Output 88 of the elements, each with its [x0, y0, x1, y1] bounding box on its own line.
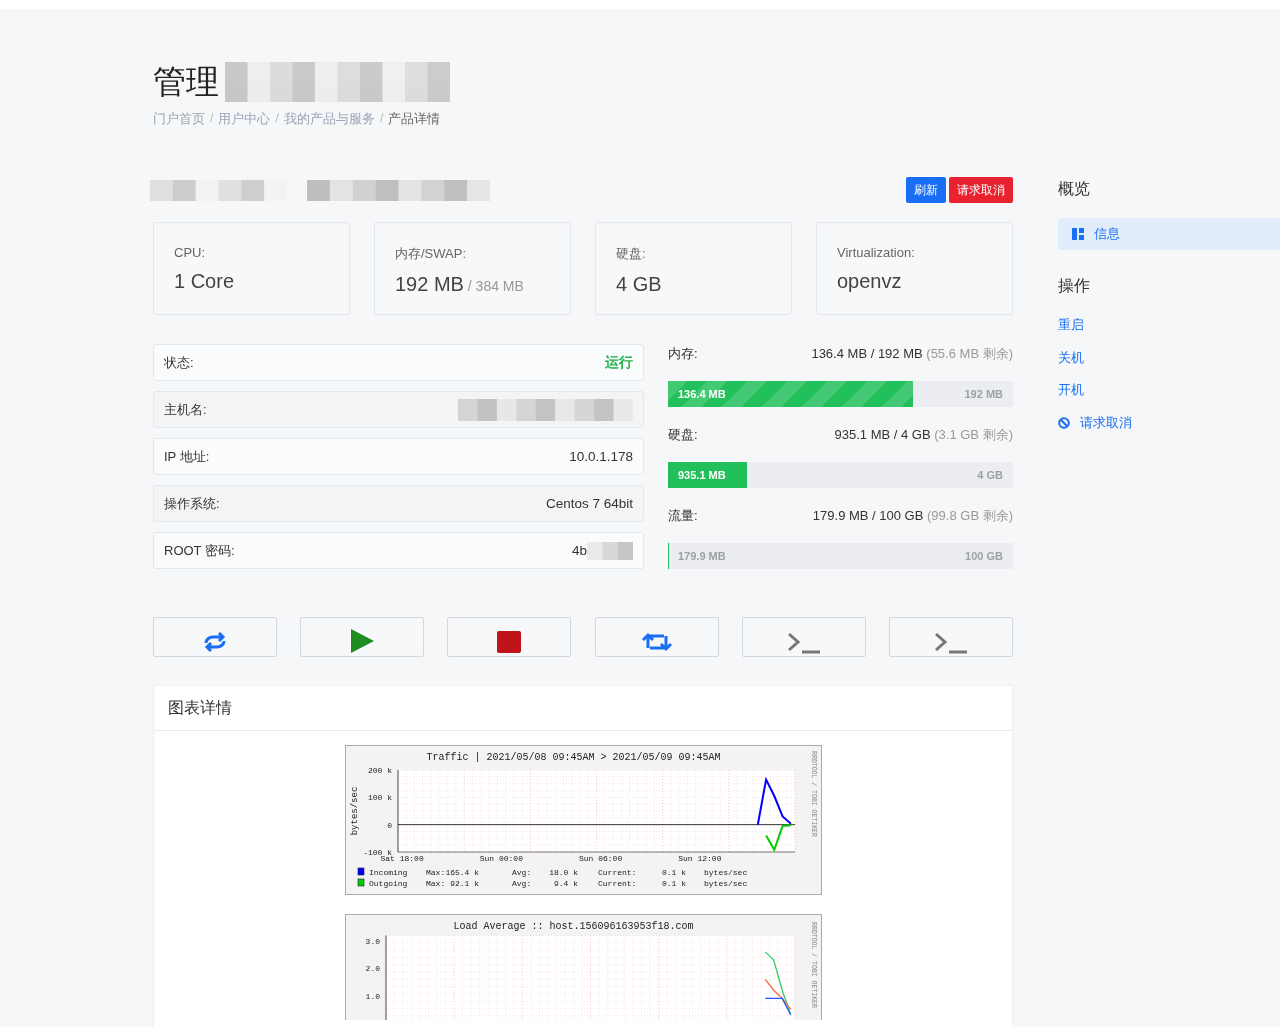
usage-label: 硬盘: [668, 426, 698, 444]
legend-text: 0.1 k [661, 879, 686, 888]
legend-text: bytes/sec [703, 868, 747, 877]
spec-value: 1 Core [174, 270, 236, 293]
tick-label: 3.0 [365, 937, 380, 946]
breadcrumb-link[interactable]: 我的产品与服务 [283, 111, 375, 128]
spec-label: 硬盘: [616, 245, 647, 263]
tick-label: 2.0 [365, 964, 380, 974]
spec-label: 内存/SWAP: [395, 245, 468, 263]
status-value: 运行 [605, 353, 633, 372]
sidebar-item[interactable]: 请求取消 [1058, 412, 1280, 433]
spec-value: openvz [837, 270, 903, 293]
tick-label: 100 k [367, 793, 392, 803]
tick-label: 0 [386, 820, 392, 830]
tick-label: Sat 18:00 [380, 854, 424, 863]
section-title: 操作 [1058, 276, 1091, 296]
legend-text: bytes/sec [703, 879, 747, 888]
usage-value: 136.4 MB / 192 MB (55.6 MB 剩余) [811, 345, 1013, 363]
spec-label: Virtualization: [837, 245, 916, 260]
legend-text: Current: [597, 868, 636, 877]
chart-title: Traffic | 2021/05/08 09:45AM > 2021/05/09 09:45AM [425, 752, 721, 763]
breadcrumb-link[interactable]: 用户中心 [218, 111, 271, 128]
sidebar-item[interactable]: 开机 [1058, 380, 1280, 400]
info-label: 状态: [164, 353, 194, 372]
usage-value: 935.1 MB / 4 GB (3.1 GB 剩余) [834, 426, 1013, 444]
legend-text: Outgoing [368, 879, 407, 888]
info-value: Centos 7 64bit [545, 496, 633, 511]
legend-text: 18.0 k [548, 868, 578, 877]
legend-text: Current: [597, 879, 636, 888]
repeat-icon [639, 630, 674, 654]
info-label: 主机名: [164, 400, 207, 419]
legend-text: 92.1 k [449, 879, 479, 888]
legend-text: Incoming [368, 868, 407, 877]
chart-title: Load Average :: host.156096163953f18.com [453, 921, 693, 932]
usage-label: 流量: [668, 507, 698, 525]
tick-label: Sun 06:00 [578, 854, 622, 863]
usage-value: 179.9 MB / 100 GB (99.8 GB 剩余) [812, 507, 1013, 525]
toolbar-button[interactable]: 刷新 [906, 177, 946, 203]
action-button[interactable] [594, 617, 719, 657]
spec-value: 4 GB [616, 273, 663, 296]
spec-label: CPU: [174, 245, 207, 260]
tick-label: Sun 00:00 [479, 854, 523, 863]
bar-label: 136.4 MB [677, 388, 727, 400]
info-label: IP 地址: [164, 447, 210, 466]
breadcrumb-separator: / [379, 111, 384, 127]
stop-icon [496, 630, 523, 654]
page-title: 管理 [153, 62, 219, 102]
bar-label: 179.9 MB [677, 550, 727, 562]
play-icon [349, 628, 376, 654]
sidebar-item[interactable]: 重启 [1058, 315, 1280, 335]
tick-label: -100 k [362, 848, 392, 857]
bar-total: 192 MB [964, 388, 1003, 400]
panel-title: 图表详情 [168, 697, 232, 718]
info-value: 10.0.1.178 [569, 449, 633, 464]
ban-icon [1058, 416, 1070, 429]
info-label: 操作系统: [164, 494, 220, 513]
legend-text: 165.4 k [444, 868, 479, 877]
usage-label: 内存: [668, 345, 698, 363]
bar-label: 935.1 MB [677, 469, 727, 481]
spec-value: 192 MB / 384 MB [395, 273, 525, 296]
section-title: 概览 [1058, 179, 1091, 199]
action-button[interactable] [300, 617, 425, 657]
breadcrumb-link[interactable]: 门户首页 [153, 111, 205, 128]
legend-text: Max: [425, 868, 445, 877]
legend-text: 0.1 k [661, 868, 686, 877]
breadcrumb-separator: / [275, 111, 279, 127]
legend-text: Avg: [511, 879, 531, 888]
legend-text: Max: [425, 879, 445, 888]
action-button[interactable] [447, 617, 572, 657]
info-value: 4b [571, 543, 587, 558]
tick-label: 1.0 [365, 991, 380, 1001]
terminal-icon [785, 632, 822, 654]
bar-total: 100 GB [965, 550, 1003, 562]
axis-label: bytes/sec [349, 786, 360, 836]
layout-icon [1072, 228, 1084, 240]
terminal-icon [932, 632, 969, 654]
action-button[interactable] [153, 617, 277, 657]
tick-label: Sun 12:00 [677, 854, 721, 863]
sidebar-item[interactable]: 信息 [1058, 218, 1280, 250]
sidebar-item[interactable]: 关机 [1058, 347, 1280, 368]
breadcrumb-separator: / [210, 111, 214, 127]
info-label: ROOT 密码: [164, 541, 235, 560]
pixelated-block [587, 541, 633, 560]
tick-label: 200 k [367, 766, 392, 775]
legend-text: Avg: [511, 868, 531, 877]
legend-text: 9.4 k [553, 879, 578, 888]
toolbar-button[interactable]: 请求取消 [949, 177, 1013, 203]
bar-total: 4 GB [977, 469, 1003, 481]
